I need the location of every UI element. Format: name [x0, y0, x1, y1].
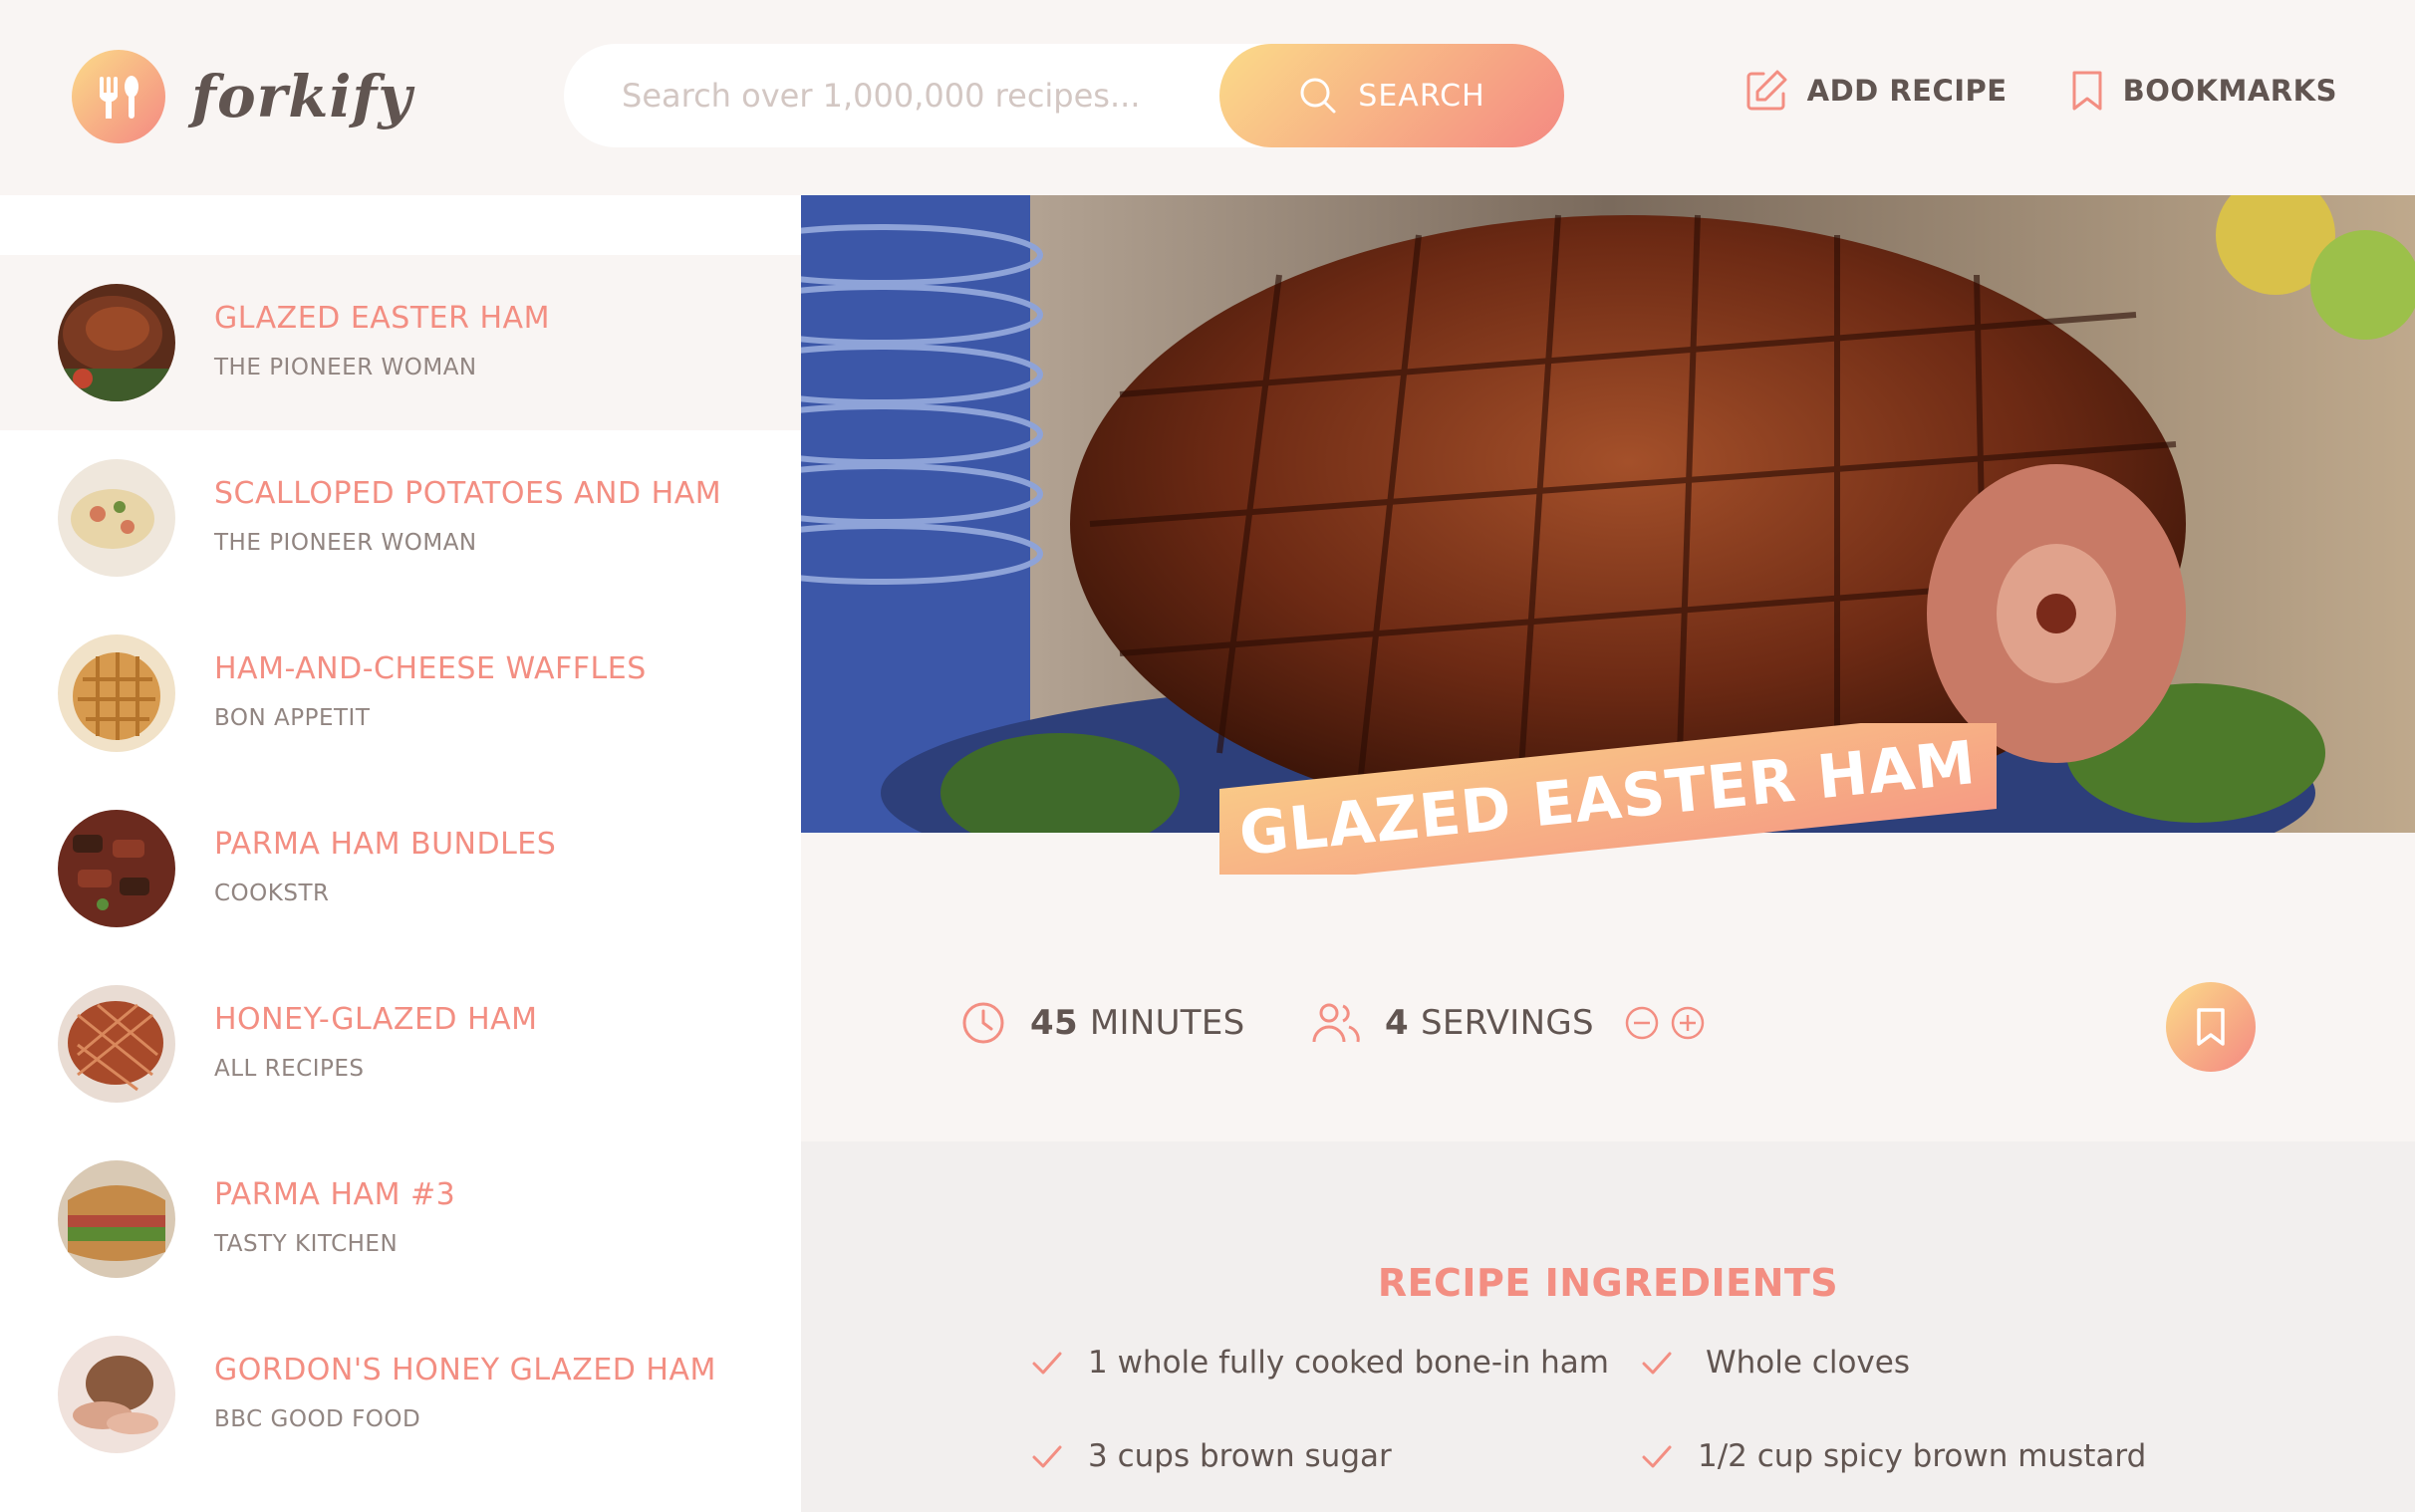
result-item[interactable]: PARMA HAM BUNDLES COOKSTR: [0, 781, 801, 956]
check-icon: [1642, 1352, 1672, 1375]
servings-unit: SERVINGS: [1420, 1003, 1594, 1043]
cooking-time: 45 MINUTES: [960, 1000, 1245, 1046]
edit-icon: [1746, 70, 1787, 111]
result-publisher: THE PIONEER WOMAN: [214, 530, 477, 556]
bookmark-icon: [2197, 1008, 2225, 1046]
recipe-view: GLAZED EASTER HAM 45 MINUTES 4 SERVINGS: [801, 195, 2415, 1512]
ingredients-heading: RECIPE INGREDIENTS: [1377, 1261, 1839, 1305]
recipe-thumbnail: [58, 810, 175, 927]
bookmark-icon: [2072, 71, 2102, 111]
result-title: GORDON'S HONEY GLAZED HAM: [214, 1353, 716, 1387]
fork-spoon-icon: [72, 50, 165, 143]
logo[interactable]: forkify: [72, 50, 412, 143]
check-icon: [1642, 1445, 1672, 1468]
recipe-thumbnail: [58, 634, 175, 752]
ingredient-text: 1/2 cup spicy brown mustard: [1698, 1438, 2147, 1474]
nav: ADD RECIPE BOOKMARKS: [1744, 68, 2337, 114]
ingredient-item: 1/2 cup spicy brown mustard: [1640, 1438, 2146, 1474]
recipe-title-banner: GLAZED EASTER HAM: [1219, 709, 1997, 888]
result-title: PARMA HAM #3: [214, 1177, 456, 1212]
search-results: GLAZED EASTER HAM THE PIONEER WOMAN SCAL…: [0, 195, 801, 1512]
users-icon: [1312, 1003, 1360, 1043]
search-button-label: SEARCH: [1358, 78, 1485, 114]
result-item[interactable]: HAM-AND-CHEESE WAFFLES BON APPETIT: [0, 606, 801, 781]
result-title: HAM-AND-CHEESE WAFFLES: [214, 651, 647, 686]
recipe-thumbnail: [58, 1160, 175, 1278]
result-publisher: TASTY KITCHEN: [214, 1231, 399, 1257]
recipe-thumbnail: [58, 985, 175, 1103]
result-publisher: BBC GOOD FOOD: [214, 1406, 421, 1432]
result-publisher: THE PIONEER WOMAN: [214, 355, 477, 380]
result-title: GLAZED EASTER HAM: [214, 301, 550, 336]
result-publisher: ALL RECIPES: [214, 1056, 365, 1082]
recipe-thumbnail: [58, 459, 175, 577]
recipe-thumbnail: [58, 1336, 175, 1453]
result-item[interactable]: HONEY-GLAZED HAM ALL RECIPES: [0, 956, 801, 1132]
servings-value: 4: [1385, 1003, 1409, 1043]
result-title: SCALLOPED POTATOES AND HAM: [214, 476, 722, 511]
add-recipe-button[interactable]: ADD RECIPE: [1744, 68, 2008, 114]
ingredient-item: 1 whole fully cooked bone-in ham: [1030, 1345, 1609, 1381]
clock-icon: [962, 1002, 1004, 1044]
servings: 4 SERVINGS: [1311, 1000, 1706, 1046]
bookmark-recipe-button[interactable]: [2166, 982, 2256, 1072]
ingredient-item: Whole cloves: [1640, 1345, 1910, 1381]
ingredients-section: RECIPE INGREDIENTS 1 whole fully cooked …: [801, 1141, 2415, 1512]
search-icon: [1300, 78, 1336, 114]
bookmarks-button[interactable]: BOOKMARKS: [2069, 68, 2337, 114]
cooking-time-value: 45: [1030, 1003, 1078, 1043]
ingredient-text: 3 cups brown sugar: [1088, 1438, 1392, 1474]
logo-text: forkify: [191, 63, 413, 130]
result-item[interactable]: PARMA HAM #3 TASTY KITCHEN: [0, 1132, 801, 1307]
result-item[interactable]: SCALLOPED POTATOES AND HAM THE PIONEER W…: [0, 430, 801, 606]
header: forkify SEARCH ADD RECIPE BOOKMARKS: [0, 0, 2415, 195]
recipe-thumbnail: [58, 284, 175, 401]
ingredient-text: 1 whole fully cooked bone-in ham: [1088, 1345, 1610, 1381]
result-publisher: BON APPETIT: [214, 705, 371, 731]
add-recipe-label: ADD RECIPE: [1806, 74, 2008, 108]
search-button[interactable]: SEARCH: [1219, 44, 1564, 147]
result-title: HONEY-GLAZED HAM: [214, 1002, 538, 1037]
search-form: SEARCH: [564, 44, 1564, 147]
result-publisher: COOKSTR: [214, 881, 330, 906]
cooking-time-unit: MINUTES: [1089, 1003, 1245, 1043]
check-icon: [1032, 1352, 1062, 1375]
check-icon: [1032, 1445, 1062, 1468]
decrease-servings-button[interactable]: [1624, 1005, 1660, 1041]
result-title: PARMA HAM BUNDLES: [214, 827, 557, 862]
result-item[interactable]: GORDON'S HONEY GLAZED HAM BBC GOOD FOOD: [0, 1307, 801, 1482]
result-item[interactable]: GLAZED EASTER HAM THE PIONEER WOMAN: [0, 255, 801, 430]
ingredient-text: Whole cloves: [1706, 1345, 1910, 1381]
increase-servings-button[interactable]: [1670, 1005, 1706, 1041]
search-input[interactable]: [622, 44, 1219, 147]
bookmarks-label: BOOKMARKS: [2122, 74, 2337, 108]
ingredient-item: 3 cups brown sugar: [1030, 1438, 1392, 1474]
